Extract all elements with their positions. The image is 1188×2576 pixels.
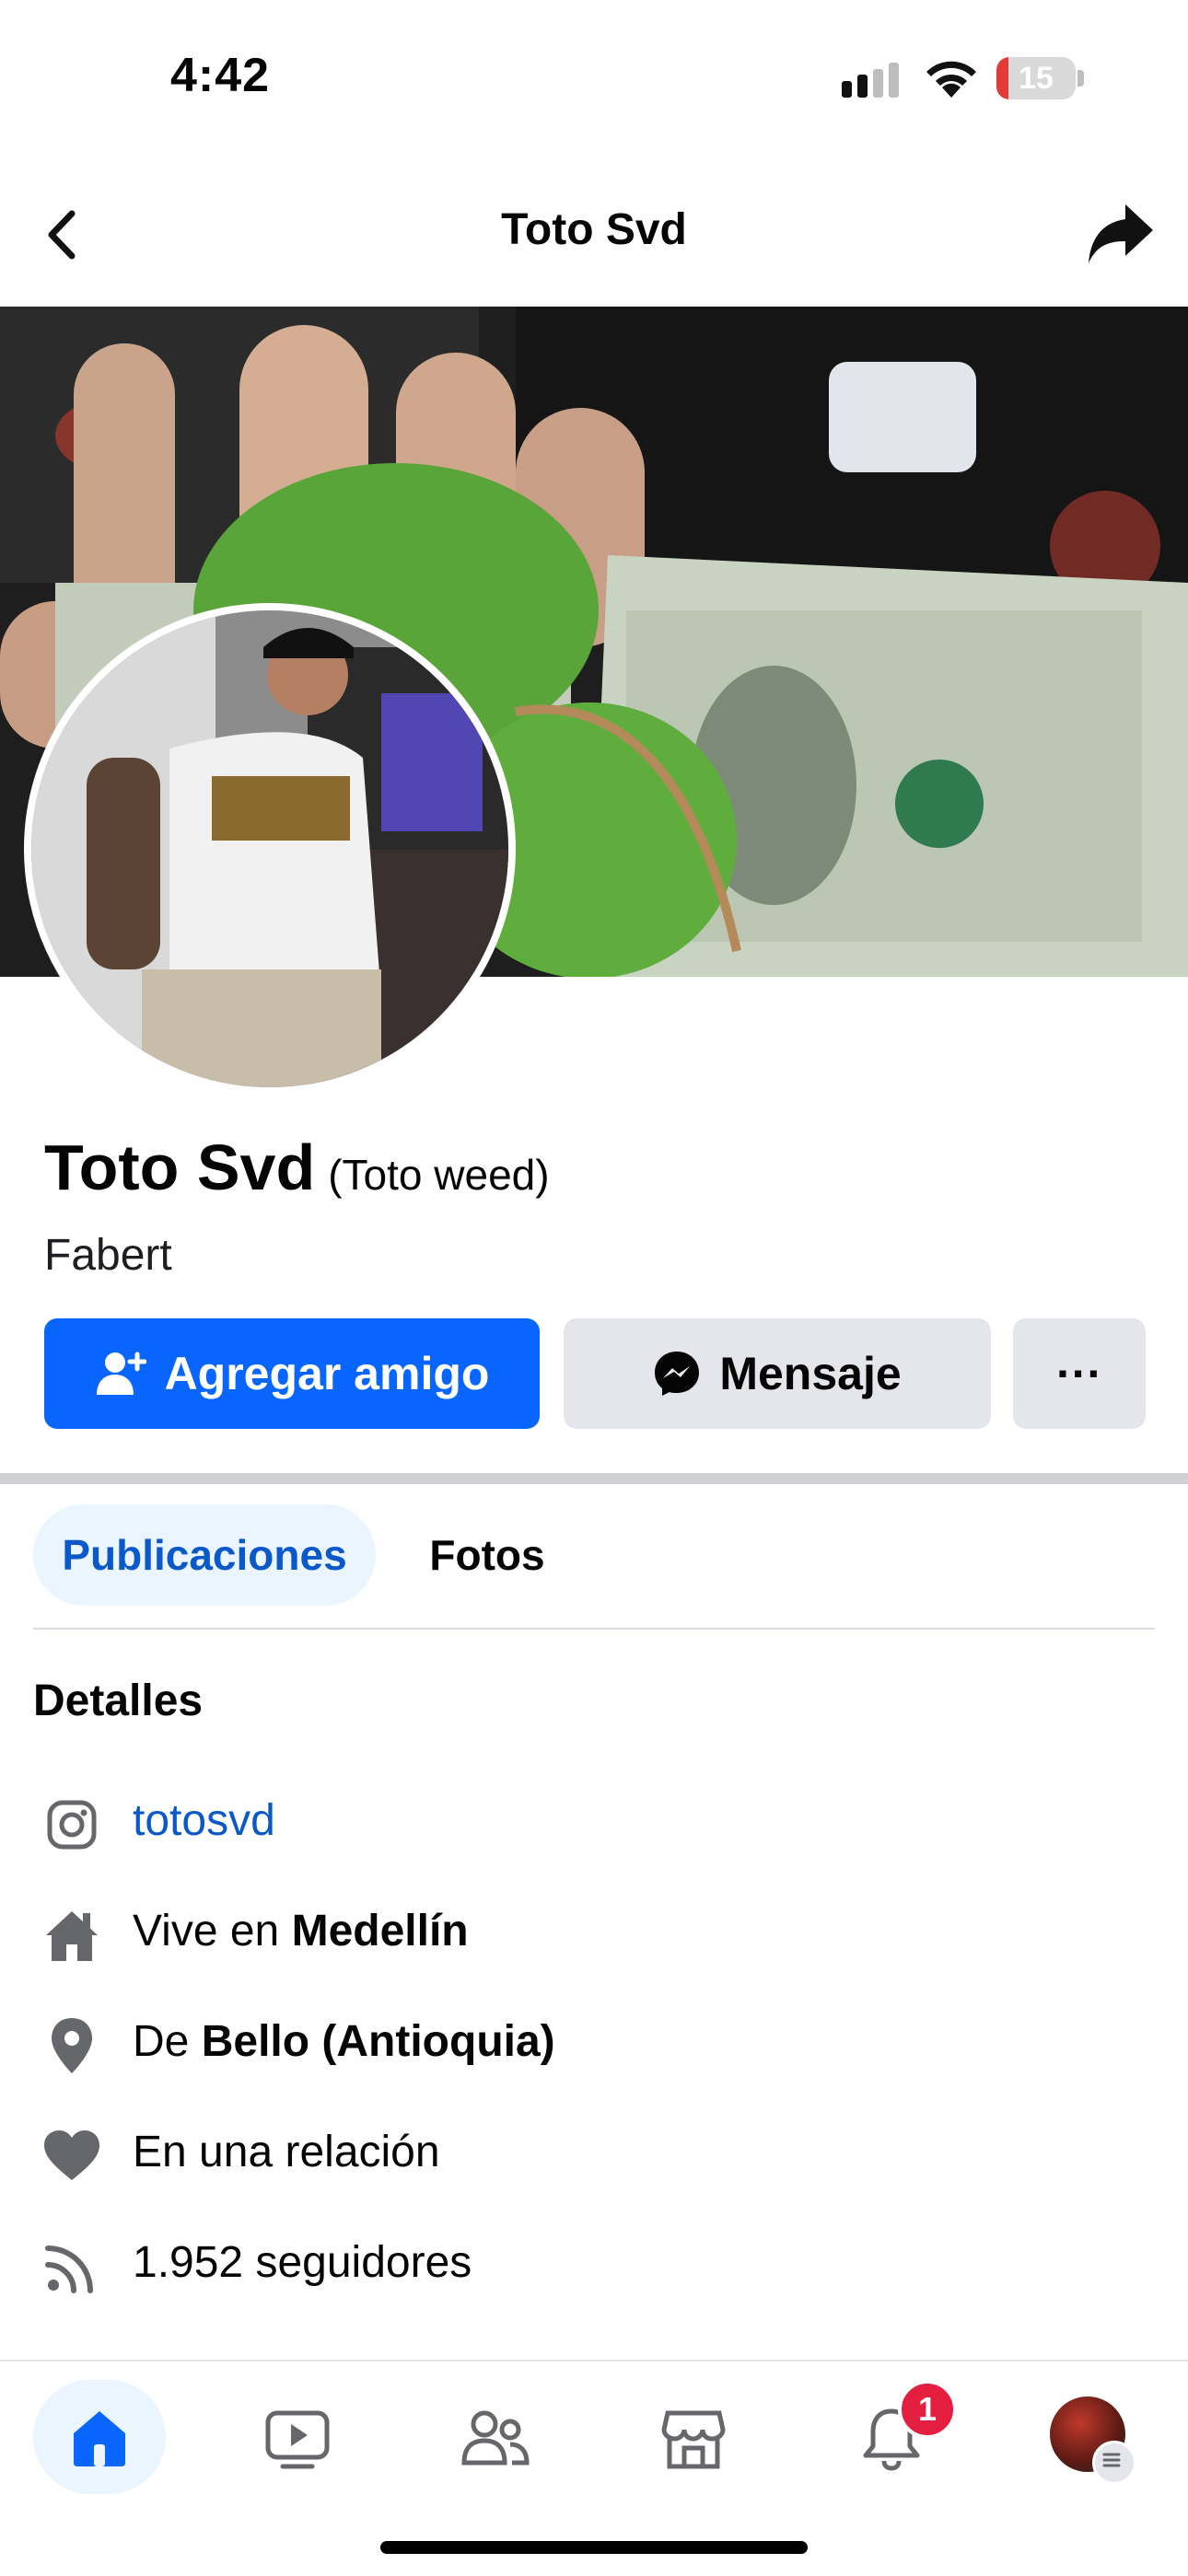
battery-percent: 15 xyxy=(1019,61,1054,96)
detail-lives-in: Vive en Medellín xyxy=(0,1891,1188,1979)
nav-home[interactable] xyxy=(30,2382,169,2496)
battery-indicator: 15 xyxy=(996,57,1085,101)
heart-icon xyxy=(44,2130,99,2180)
message-button[interactable]: Mensaje xyxy=(564,1318,991,1429)
nav-marketplace[interactable] xyxy=(624,2382,763,2496)
add-friend-icon xyxy=(96,1352,146,1395)
relationship-status: En una relación xyxy=(133,2128,440,2176)
detail-instagram[interactable]: totosvd xyxy=(0,1781,1188,1869)
avatar-photo xyxy=(31,610,508,1087)
add-friend-button[interactable]: Agregar amigo xyxy=(44,1318,540,1429)
section-divider xyxy=(0,1473,1188,1484)
detail-from: De Bello (Antioquia) xyxy=(0,2002,1188,2090)
video-icon xyxy=(265,2410,330,2469)
rss-followers-icon xyxy=(45,2245,93,2293)
profile-subtitle: Fabert xyxy=(44,1231,172,1280)
messenger-icon xyxy=(655,1352,700,1396)
lives-place: Medellín xyxy=(291,1907,469,1955)
tabs-divider xyxy=(33,1628,1155,1630)
profile-name-text: Toto Svd xyxy=(44,1131,316,1203)
instagram-icon xyxy=(47,1800,97,1850)
message-label: Mensaje xyxy=(719,1348,902,1399)
notifications-badge: 1 xyxy=(898,2380,957,2439)
from-place: Bello (Antioquia) xyxy=(201,2017,555,2066)
profile-name: Toto Svd (Toto weed) xyxy=(44,1131,550,1204)
nav-friends[interactable] xyxy=(426,2382,565,2496)
detail-relationship: En una relación xyxy=(0,2112,1188,2200)
status-time: 4:42 xyxy=(170,49,271,102)
details-heading: Detalles xyxy=(33,1677,204,1725)
nav-video[interactable] xyxy=(228,2382,367,2496)
from-prefix: De xyxy=(133,2017,202,2066)
tab-posts[interactable]: Publicaciones xyxy=(33,1504,376,1606)
add-friend-label: Agregar amigo xyxy=(164,1348,490,1399)
profile-alias: (Toto weed) xyxy=(328,1151,550,1199)
cellular-signal-icon xyxy=(842,63,899,98)
home-icon xyxy=(46,1911,98,1961)
page-title: Toto Svd xyxy=(501,205,687,254)
instagram-handle-link[interactable]: totosvd xyxy=(133,1795,275,1846)
location-pin-icon xyxy=(52,2018,92,2073)
more-options-button[interactable]: ··· xyxy=(1013,1318,1146,1429)
home-indicator[interactable] xyxy=(380,2541,808,2554)
more-icon: ··· xyxy=(1056,1348,1102,1399)
detail-followers[interactable]: 1.952 seguidores xyxy=(0,2222,1188,2311)
share-button[interactable] xyxy=(1085,199,1157,269)
tab-photos[interactable]: Fotos xyxy=(387,1504,588,1606)
menu-icon xyxy=(1092,2441,1136,2485)
wifi-icon xyxy=(926,61,976,98)
friends-icon xyxy=(461,2410,530,2466)
profile-avatar[interactable] xyxy=(24,603,516,1095)
lives-prefix: Vive en xyxy=(133,1907,292,1955)
home-icon xyxy=(74,2411,125,2466)
marketplace-icon xyxy=(661,2410,726,2469)
followers-count: 1.952 seguidores xyxy=(133,2238,472,2287)
